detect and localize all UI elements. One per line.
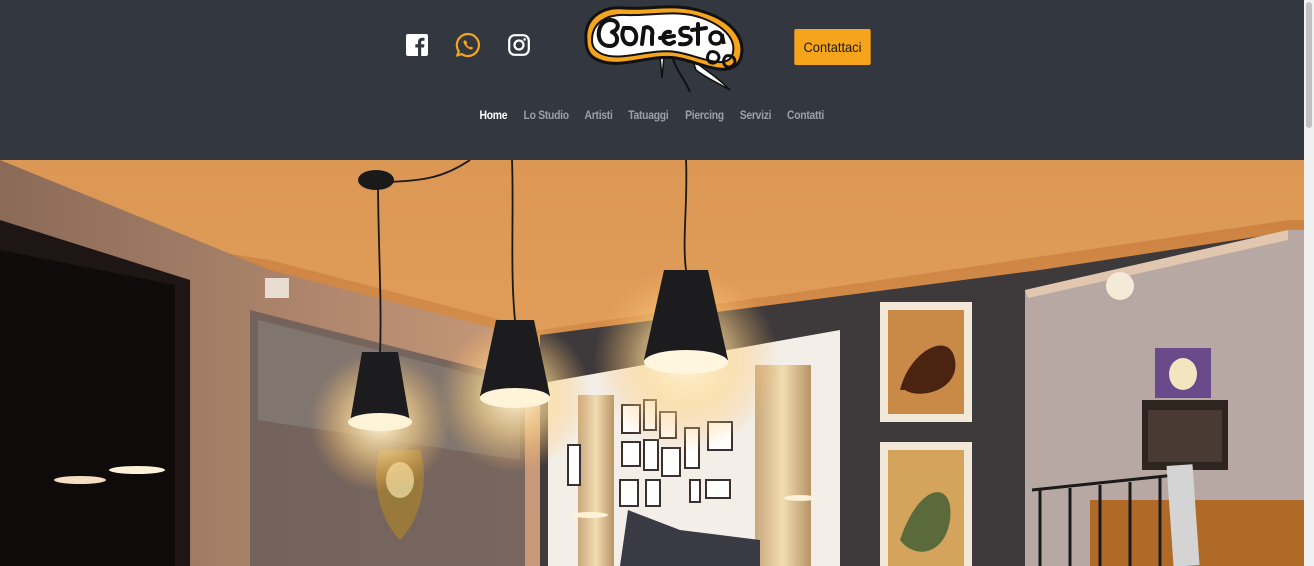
hero-image xyxy=(0,160,1304,566)
nav-item-home[interactable]: Home xyxy=(480,110,508,122)
instagram-icon xyxy=(508,34,530,56)
page-scrollbar[interactable] xyxy=(1304,0,1314,566)
nav-item-artisti[interactable]: Artisti xyxy=(585,110,613,122)
nav-item-tatuaggi[interactable]: Tatuaggi xyxy=(628,110,668,122)
nav-item-lo-studio[interactable]: Lo Studio xyxy=(523,110,569,122)
nav-item-contatti[interactable]: Contatti xyxy=(787,110,824,122)
site-header: Contattaci Home Lo Studio Artisti Tatuag… xyxy=(0,0,1304,160)
whatsapp-link[interactable] xyxy=(455,32,481,58)
facebook-link[interactable] xyxy=(405,32,429,58)
nav-item-servizi[interactable]: Servizi xyxy=(740,110,772,122)
scrollbar-thumb[interactable] xyxy=(1306,2,1312,128)
facebook-icon xyxy=(406,34,428,56)
whatsapp-icon xyxy=(455,32,480,58)
contact-button[interactable]: Contattaci xyxy=(794,29,871,65)
instagram-link[interactable] xyxy=(508,32,530,58)
site-logo[interactable] xyxy=(580,0,748,96)
main-nav: Home Lo Studio Artisti Tatuaggi Piercing… xyxy=(0,110,1304,122)
nav-item-piercing[interactable]: Piercing xyxy=(685,110,724,122)
